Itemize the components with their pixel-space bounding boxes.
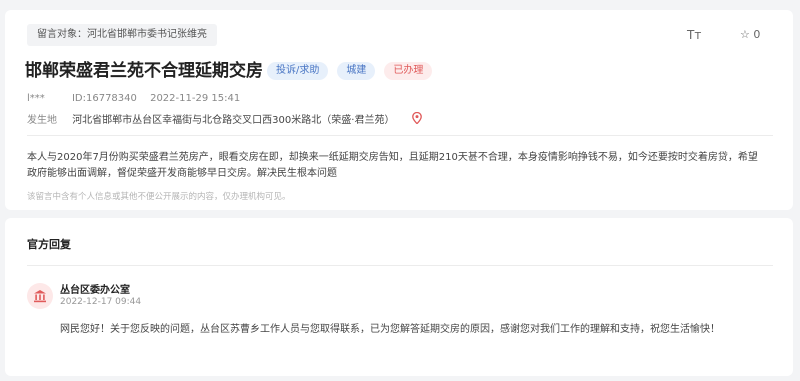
font-size-icon[interactable]: Tт (687, 28, 701, 42)
star-button[interactable]: ☆ 0 (740, 28, 760, 41)
author-name: l*** (27, 93, 45, 104)
message-id: ID:16778340 (71, 93, 137, 104)
tag-group: 投诉/求助 城建 已办理 (267, 62, 433, 80)
meta-row: l*** ID:16778340 2022-11-29 15:41 (27, 93, 250, 104)
privacy-note: 该留言中含有个人信息或其他不便公开展示的内容，仅办理机构可见。 (27, 192, 291, 202)
message-datetime: 2022-11-29 15:41 (150, 93, 241, 104)
message-target-tag: 留言对象：河北省邯郸市委书记张维亮 (27, 24, 217, 46)
message-body: 本人与2020年7月份购买荣盛君兰苑房产，眼看交房在即，却换来一纸延期交房告知，… (27, 152, 758, 179)
avatar (27, 283, 53, 309)
divider (27, 135, 773, 136)
government-building-icon (34, 290, 46, 303)
location-value: 河北省邯郸市丛台区幸福街与北仓路交叉口西300米路北（荣盛·君兰苑） (72, 115, 395, 126)
official-reply-card: 官方回复 丛台区委办公室 2022-12-17 09:44 网民您好！关于您反映… (5, 218, 793, 376)
message-title: 邯郸荣盛君兰苑不合理延期交房 (25, 61, 263, 81)
tag-status: 已办理 (384, 62, 433, 80)
divider (27, 265, 773, 266)
reply-text: 网民您好！关于您反映的问题，丛台区苏曹乡工作人员与您取得联系，已为您解答延期交房… (60, 324, 720, 335)
tag-field: 城建 (337, 62, 376, 80)
location-pin-icon[interactable] (411, 111, 422, 127)
tag-category: 投诉/求助 (267, 62, 329, 80)
message-card: 留言对象：河北省邯郸市委书记张维亮 Tт ☆ 0 邯郸荣盛君兰苑不合理延期交房 … (5, 10, 793, 210)
location-label: 发生地 (27, 115, 57, 126)
reply-datetime: 2022-12-17 09:44 (60, 297, 142, 307)
reply-section-title: 官方回复 (27, 238, 71, 251)
location-row: 发生地 河北省邯郸市丛台区幸福街与北仓路交叉口西300米路北（荣盛·君兰苑） (27, 111, 422, 127)
reply-office-name: 丛台区委办公室 (60, 285, 130, 296)
